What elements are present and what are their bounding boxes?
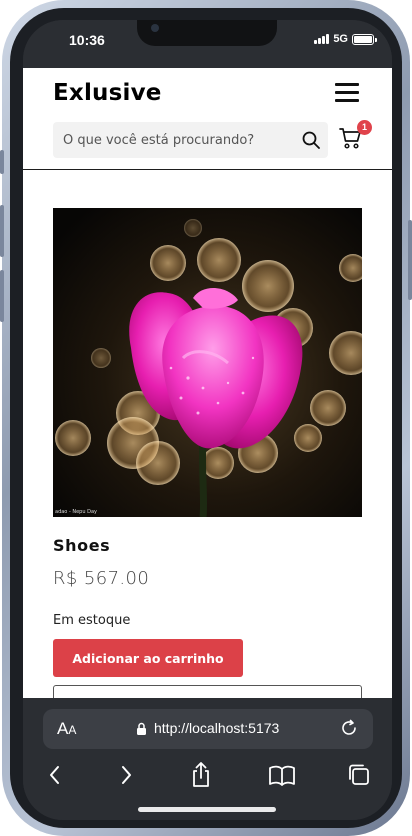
url-text: http://localhost:5173	[154, 720, 280, 736]
address-bar[interactable]: AA http://localhost:5173	[43, 709, 373, 749]
power-button	[408, 220, 412, 300]
site-header: Exlusive 1	[23, 68, 392, 170]
text-size-label-big: A	[57, 719, 69, 738]
signal-icon	[314, 34, 330, 44]
hamburger-menu-icon[interactable]	[335, 83, 359, 103]
status-bar: 10:36 5G	[23, 20, 392, 68]
bookmarks-icon[interactable]	[267, 760, 297, 790]
cart-count-badge: 1	[357, 120, 372, 135]
text-size-label: A	[68, 723, 77, 737]
browser-nav	[23, 760, 392, 790]
tabs-icon[interactable]	[344, 760, 374, 790]
battery-icon	[352, 33, 377, 45]
search-box	[53, 122, 328, 158]
quantity-box[interactable]	[53, 685, 362, 698]
lock-icon	[137, 722, 146, 735]
product-name: Shoes	[53, 536, 111, 555]
stock-status: Em estoque	[53, 613, 131, 628]
volume-down-button	[0, 270, 4, 322]
share-icon[interactable]	[186, 760, 216, 790]
home-indicator	[138, 807, 276, 812]
text-size-button[interactable]: AA	[57, 719, 76, 739]
search-input[interactable]	[63, 122, 293, 158]
add-to-cart-button[interactable]: Adicionar ao carrinho	[53, 639, 243, 677]
back-icon[interactable]	[40, 760, 70, 790]
status-time: 10:36	[69, 32, 105, 48]
volume-up-button	[0, 205, 4, 257]
web-page: Exlusive 1	[23, 68, 392, 698]
forward-icon[interactable]	[111, 760, 141, 790]
search-icon[interactable]	[302, 131, 320, 149]
front-camera	[151, 24, 159, 32]
product-image: adao - Nepu Day	[53, 208, 362, 517]
image-caption: adao - Nepu Day	[55, 509, 97, 515]
status-indicators: 5G	[314, 33, 377, 45]
network-type: 5G	[333, 33, 348, 45]
browser-toolbar: AA http://localhost:5173	[23, 698, 392, 820]
product-price: R$ 567.00	[53, 568, 150, 589]
mute-switch	[0, 150, 4, 174]
notch	[137, 20, 277, 46]
phone-screen: 10:36 5G Exlusive O que você está procur…	[23, 20, 392, 820]
brand-logo[interactable]: Exlusive	[53, 80, 162, 106]
reload-icon[interactable]	[340, 719, 358, 737]
